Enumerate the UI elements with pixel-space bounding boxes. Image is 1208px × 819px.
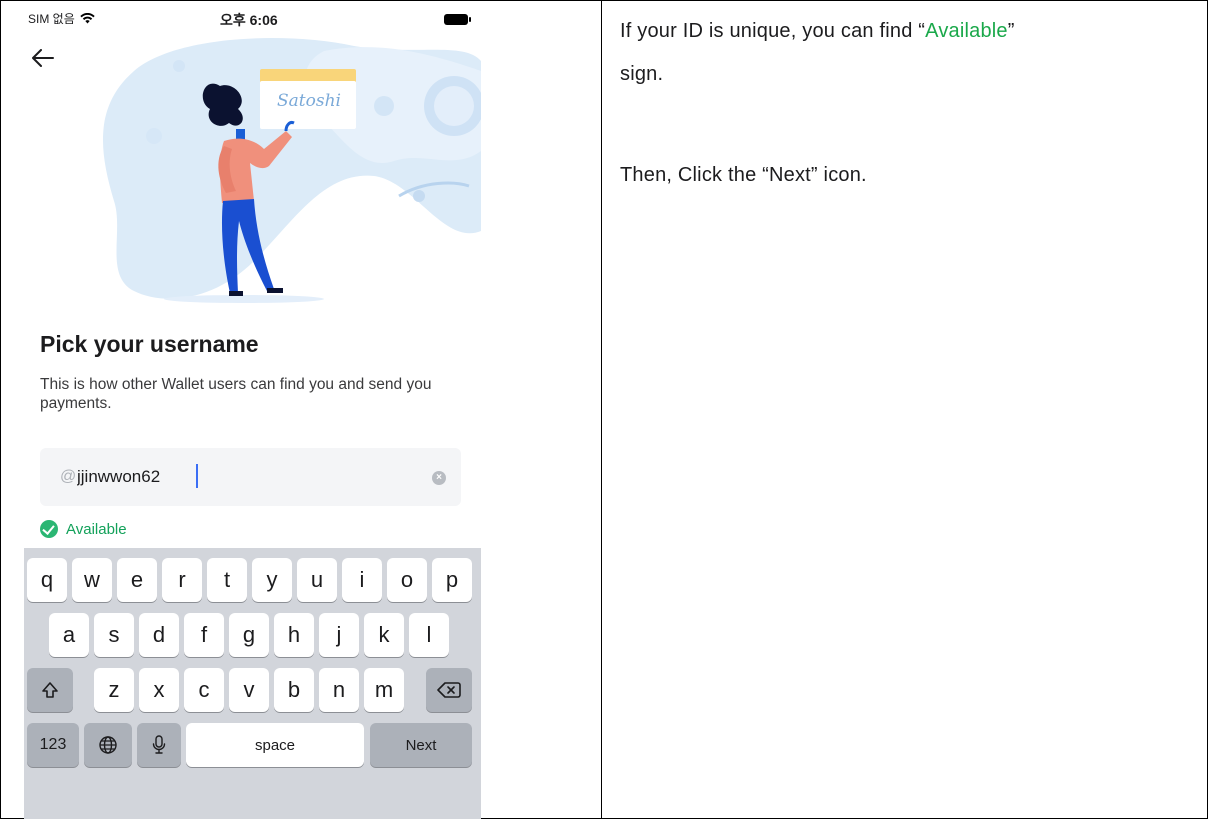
instruction-line-1-prefix: If your ID is unique, you can find “ [620,20,926,42]
key-a[interactable]: a [49,613,89,657]
phone-screen: SIM 없음 오후 6:06 Satoshi Pick your usernam… [24,1,481,819]
carrier-label: SIM 없음 [28,12,75,26]
key-x[interactable]: x [139,668,179,712]
key-z[interactable]: z [94,668,134,712]
keyboard: q w e r t y u i o p a s d f g h j k l z … [24,548,481,819]
username-prefix: @ [60,468,77,485]
key-y[interactable]: y [252,558,292,602]
table-divider [601,0,602,819]
key-m[interactable]: m [364,668,404,712]
username-input-box[interactable]: @ × [40,448,461,506]
key-n[interactable]: n [319,668,359,712]
shift-icon[interactable] [27,668,73,712]
backspace-icon[interactable] [426,668,472,712]
space-key[interactable]: space [186,723,364,767]
page-subtitle: This is how other Wallet users can find … [40,376,432,412]
check-circle-icon [40,520,58,538]
numbers-key[interactable]: 123 [27,723,79,767]
key-f[interactable]: f [184,613,224,657]
key-j[interactable]: j [319,613,359,657]
username-illustration [103,38,481,303]
instruction-line-2: sign. [620,63,664,85]
key-q[interactable]: q [27,558,67,602]
status-bar: SIM 없음 오후 6:06 [24,1,481,35]
key-p[interactable]: p [432,558,472,602]
wifi-icon [80,13,95,24]
username-input[interactable] [77,465,377,489]
clear-icon[interactable]: × [432,471,446,485]
key-u[interactable]: u [297,558,337,602]
key-h[interactable]: h [274,613,314,657]
key-k[interactable]: k [364,613,404,657]
key-g[interactable]: g [229,613,269,657]
key-t[interactable]: t [207,558,247,602]
text-caret [196,464,198,488]
key-b[interactable]: b [274,668,314,712]
next-key[interactable]: Next [370,723,472,767]
key-v[interactable]: v [229,668,269,712]
key-e[interactable]: e [117,558,157,602]
availability-status: Available [40,520,127,538]
key-d[interactable]: d [139,613,179,657]
key-o[interactable]: o [387,558,427,602]
instruction-line-3: Then, Click the “Next” icon. [620,164,867,186]
key-r[interactable]: r [162,558,202,602]
microphone-icon[interactable] [137,723,181,767]
instruction-available-highlight: Available [925,20,1008,42]
instruction-line-1: If your ID is unique, you can find “Avai… [620,12,1015,50]
clock: 오후 6:06 [220,12,278,28]
globe-icon[interactable] [84,723,132,767]
page-title: Pick your username [40,331,259,357]
key-w[interactable]: w [72,558,112,602]
availability-label: Available [66,520,127,538]
illustration-sign-text: Satoshi [277,91,341,111]
key-s[interactable]: s [94,613,134,657]
battery-icon [444,14,471,25]
key-l[interactable]: l [409,613,449,657]
key-c[interactable]: c [184,668,224,712]
instruction-line-1-suffix: ” [1007,20,1015,42]
carrier-status: SIM 없음 [28,10,95,27]
key-i[interactable]: i [342,558,382,602]
